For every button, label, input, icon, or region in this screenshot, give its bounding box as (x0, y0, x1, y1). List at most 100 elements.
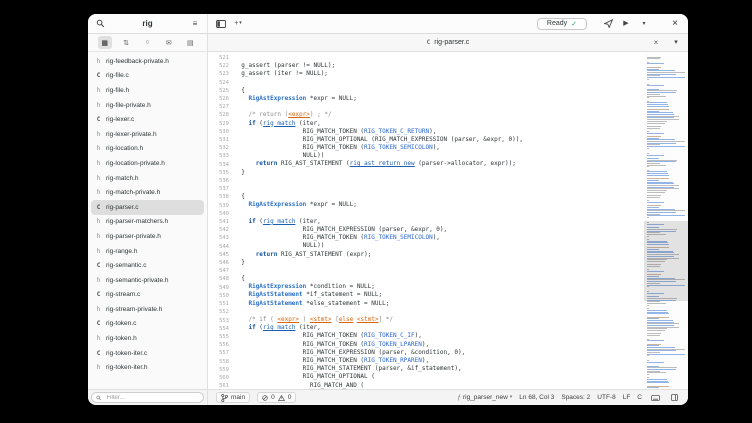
code-line: RIG_MATCH_EXPRESSION (parser, &expr, 0), (234, 226, 644, 234)
code-line: } (234, 169, 644, 177)
overview-map-icon (671, 394, 678, 401)
keyboard-settings-button[interactable] (649, 391, 661, 405)
search-button[interactable] (94, 17, 106, 31)
diagnostics-button[interactable]: 0 0 (257, 392, 296, 403)
code-line: RIG_MATCH_STATEMENT (parser, &if_stateme… (234, 365, 644, 373)
panel-toggle-icon (216, 20, 226, 28)
code-line: RIG_MATCH_EXPRESSION (parser, &condition… (234, 349, 644, 357)
language-button[interactable]: C (637, 394, 642, 401)
code-line: RigAstStatement *if_statement = NULL; (234, 291, 644, 299)
current-symbol-button[interactable]: ƒ rig_parser_new ▾ (457, 394, 512, 401)
branch-button[interactable]: main (216, 392, 250, 403)
indentation-button[interactable]: Spaces: 2 (561, 394, 590, 401)
file-row[interactable]: hrig-stream-private.h (91, 302, 204, 317)
encoding-button[interactable]: UTF-8 (597, 394, 615, 401)
switcher-sort-button[interactable]: ⇅ (119, 36, 133, 49)
line-number: 546 (208, 259, 229, 267)
file-name: rig-token.h (106, 335, 137, 342)
code-line (234, 210, 644, 218)
file-row[interactable]: hrig-token-iter.h (91, 360, 204, 375)
line-number: 556 (208, 341, 229, 349)
file-row[interactable]: Crig-parser.c (91, 200, 204, 215)
minimap-line (647, 168, 686, 169)
editor[interactable]: 5215225235245255265275285295305315325335… (208, 52, 688, 389)
window-title: rig (142, 19, 152, 28)
minimap-line (647, 376, 686, 377)
file-type-badge: h (95, 233, 102, 240)
code-line: if (rig_match (iter, (234, 120, 644, 128)
play-icon: ▶ (623, 20, 628, 27)
tab-actions: × ▾ (650, 36, 682, 50)
code-line: /* return (<expr>) ; */ (234, 111, 644, 119)
file-row[interactable]: Crig-stream.c (91, 288, 204, 303)
file-row[interactable]: hrig-location-private.h (91, 156, 204, 171)
run-menu-button[interactable]: ▾ (638, 17, 650, 31)
code-line (234, 308, 644, 316)
new-tab-button[interactable]: + ▾ (232, 17, 244, 31)
overview-map-toggle[interactable] (668, 391, 680, 405)
line-ending-button[interactable]: LF (623, 394, 631, 401)
filter-input[interactable] (104, 394, 199, 402)
run-button[interactable]: ▶ (620, 17, 632, 31)
file-row[interactable]: hrig-lexer-private.h (91, 127, 204, 142)
window-body: ▦ ⇅ ○ ✉ ▤ hrig-feedback-private.hCrig-fi… (88, 34, 688, 389)
line-number: 521 (208, 54, 229, 62)
code-pane[interactable]: g_assert (parser != NULL); g_assert (ite… (234, 52, 644, 389)
file-row[interactable]: Crig-semantic.c (91, 258, 204, 273)
code-line: if (rig_match (iter, (234, 324, 644, 332)
file-row[interactable]: h rig-location.h (91, 142, 204, 157)
line-number: 539 (208, 202, 229, 210)
filter-box[interactable] (91, 392, 204, 403)
minimap-line (647, 99, 686, 100)
cursor-position-button[interactable]: Ln 68, Col 3 (519, 394, 554, 401)
line-number: 551 (208, 300, 229, 308)
file-row[interactable]: Crig-file.c (91, 69, 204, 84)
file-row[interactable]: hrig-parser-private.h (91, 229, 204, 244)
line-number: 542 (208, 226, 229, 234)
file-row[interactable]: Crig-lexer.c (91, 112, 204, 127)
gutter[interactable]: 5215225235245255265275285295305315325335… (208, 52, 234, 389)
editor-header: + ▾ Ready ✓ ▶ ▾ × (208, 14, 688, 33)
minimap[interactable] (644, 52, 688, 389)
close-window-button[interactable]: × (669, 17, 681, 31)
minimap-line (647, 306, 686, 307)
file-row[interactable]: hrig-range.h (91, 244, 204, 259)
switcher-symbols-button[interactable]: ○ (140, 36, 154, 49)
chevron-down-icon: ▾ (239, 21, 242, 26)
file-row[interactable]: Crig-token-iter.c (91, 346, 204, 361)
minimap-line (647, 77, 685, 78)
line-number: 528 (208, 111, 229, 119)
panel-toggle-button[interactable] (215, 17, 227, 31)
file-row[interactable]: hrig-match-private.h (91, 185, 204, 200)
build-status-button[interactable]: Ready ✓ (537, 18, 587, 30)
tab-list-button[interactable]: ▾ (670, 36, 682, 50)
switcher-logs-button[interactable]: ▤ (183, 36, 197, 49)
line-number: 557 (208, 349, 229, 357)
switcher-messages-button[interactable]: ✉ (162, 36, 176, 49)
tab-close-button[interactable]: × (650, 36, 662, 50)
menu-button[interactable]: ≡ (189, 17, 201, 31)
tab-rig-parser[interactable]: C rig-parser.c (208, 39, 688, 46)
file-row[interactable]: hrig-token.h (91, 331, 204, 346)
file-row[interactable]: hrig-match.h (91, 171, 204, 186)
warning-icon (278, 395, 285, 401)
panel-list-icon: ▤ (187, 39, 194, 47)
file-type-badge: h (95, 218, 102, 225)
file-name: rig-location.h (106, 145, 143, 152)
file-row[interactable]: hrig-feedback-private.h (91, 54, 204, 69)
git-branch-icon (221, 394, 228, 402)
export-button[interactable] (602, 17, 614, 31)
file-row[interactable]: hrig-parser-matchers.h (91, 215, 204, 230)
file-type-badge: h (95, 58, 102, 65)
error-count: 0 (271, 394, 275, 401)
minimap-line (647, 129, 686, 130)
function-icon: ƒ (457, 394, 461, 401)
file-type-badge: h (95, 145, 102, 152)
minimap-viewport[interactable] (644, 221, 688, 302)
file-row[interactable]: Crig-token.c (91, 317, 204, 332)
switcher-files-button[interactable]: ▦ (98, 36, 112, 49)
file-row[interactable]: hrig-file.h (91, 83, 204, 98)
file-row[interactable]: hrig-file-private.h (91, 98, 204, 113)
code-line (234, 267, 644, 275)
file-row[interactable]: hrig-semantic-private.h (91, 273, 204, 288)
